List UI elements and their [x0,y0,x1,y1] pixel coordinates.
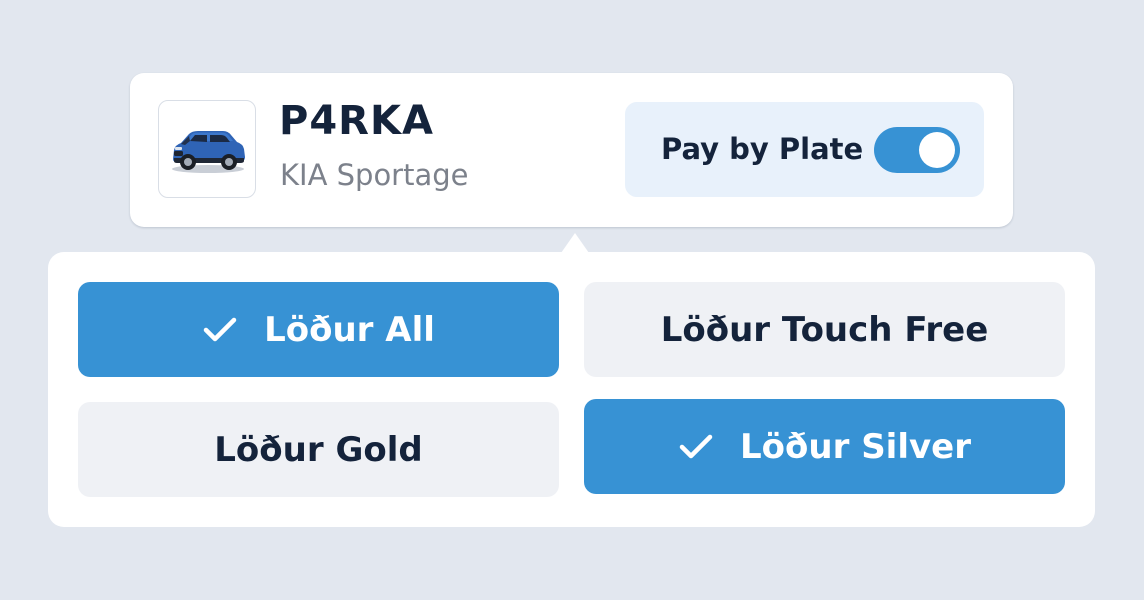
option-label: Löður Gold [214,429,423,470]
license-plate: P4RKA [279,98,434,144]
vehicle-card: P4RKA KIA Sportage Pay by Plate [130,73,1013,227]
car-thumbnail [158,100,256,198]
pay-by-plate-label: Pay by Plate [661,132,864,166]
car-icon [172,131,245,173]
checkmark-icon [678,433,714,461]
option-lodur-silver[interactable]: Löður Silver [584,399,1065,494]
vehicle-model: KIA Sportage [280,158,469,192]
option-lodur-all[interactable]: Löður All [78,282,559,377]
toggle-knob [919,132,955,168]
option-lodur-touch-free[interactable]: Löður Touch Free [584,282,1065,377]
option-label: Löður Silver [740,426,971,467]
wash-options-panel: Löður All Löður Touch Free Löður Gold Lö… [48,252,1095,527]
pay-by-plate-toggle[interactable] [874,127,960,173]
checkmark-icon [202,316,238,344]
panel-pointer [561,233,589,253]
pay-by-plate-box: Pay by Plate [625,102,984,197]
option-lodur-gold[interactable]: Löður Gold [78,402,559,497]
option-label: Löður All [264,309,435,350]
option-label: Löður Touch Free [660,309,989,350]
